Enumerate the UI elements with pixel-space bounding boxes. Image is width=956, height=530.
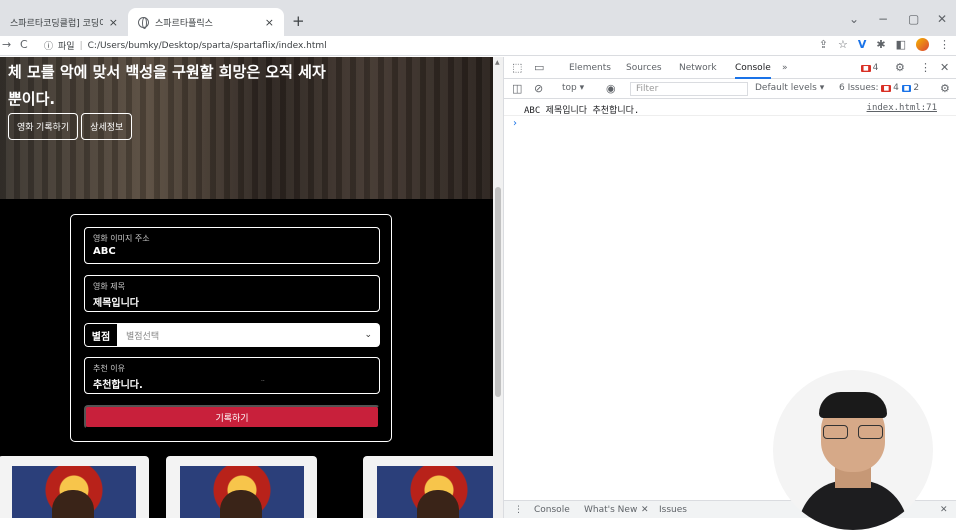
- console-toolbar: ◫ ⊘ top ▾ ◉ Filter Default levels ▾ 6 Is…: [504, 79, 956, 99]
- browser-toolbar: → C ⓘ 파일 | C:/Users/bumky/Desktop/sparta…: [0, 36, 956, 56]
- tab-sparta-coding-club[interactable]: 스파르타코딩클럽] 코딩이 처음 ×: [0, 8, 128, 36]
- presenter-glasses: [823, 425, 883, 439]
- close-tab-icon[interactable]: ✕: [641, 505, 649, 515]
- browser-menu-icon[interactable]: ⋮: [939, 38, 950, 51]
- console-message: ABC 제목입니다 추천합니다.: [524, 106, 640, 116]
- field-value[interactable]: ABC: [93, 246, 371, 257]
- eye-icon[interactable]: ◉: [606, 82, 616, 95]
- tab-close-icon[interactable]: ×: [109, 16, 118, 29]
- field-label: 영화 제목: [93, 282, 125, 291]
- console-prompt[interactable]: ›: [513, 118, 517, 129]
- tab-sources[interactable]: Sources: [626, 63, 662, 73]
- error-count-badge[interactable]: ■ 4: [861, 63, 878, 73]
- minimize-button[interactable]: −: [878, 12, 888, 26]
- page-scrollbar[interactable]: ▲: [493, 57, 503, 518]
- tab-title: 스파르타코딩클럽] 코딩이 처음: [10, 18, 103, 29]
- devtools-tab-bar: ⬚ ▭ Elements Sources Network Console » ■…: [504, 57, 956, 79]
- scroll-up-icon[interactable]: ▲: [495, 59, 500, 66]
- chevron-down-icon: ⌄: [364, 330, 372, 340]
- hero-banner: 체 모를 악에 맞서 백성을 구원할 희망은 오직 세자뿐이다. 영화 기록하기…: [0, 57, 493, 199]
- movie-record-form: 영화 이미지 주소 ABC 영화 제목 제목입니다 별점 별점선택 ⌄ 추천 이…: [70, 214, 392, 442]
- webcam-overlay: [773, 370, 933, 530]
- resize-handle[interactable]: ..: [261, 377, 265, 383]
- sidebar-toggle-icon[interactable]: ◫: [512, 82, 522, 95]
- movie-poster-image: [12, 466, 136, 518]
- rating-label: 별점: [84, 323, 118, 347]
- tab-title: 스파르타플릭스: [155, 18, 213, 29]
- inspect-element-icon[interactable]: ⬚: [512, 61, 522, 74]
- url-text[interactable]: C:/Users/bumky/Desktop/sparta/spartaflix…: [88, 41, 327, 51]
- tab-search-icon[interactable]: ⌄: [849, 12, 859, 26]
- tab-console[interactable]: Console: [735, 63, 771, 79]
- devtools-menu-icon[interactable]: ⋮: [920, 61, 931, 74]
- more-tabs-button[interactable]: »: [782, 63, 788, 73]
- movie-card[interactable]: [166, 456, 317, 518]
- forward-button[interactable]: →: [2, 38, 11, 51]
- rating-select[interactable]: 별점선택 ⌄: [118, 323, 380, 347]
- log-levels-dropdown[interactable]: Default levels ▾: [755, 83, 824, 93]
- hero-buttons: 영화 기록하기 상세정보: [8, 113, 133, 140]
- tab-elements[interactable]: Elements: [569, 63, 611, 73]
- close-drawer-icon[interactable]: ✕: [940, 505, 948, 515]
- issues-button[interactable]: 6 Issues: ■ 4 ■ 2: [839, 83, 919, 93]
- toolbar-icons: ⇪ ☆ V ✱ ◧ ⋮: [819, 38, 950, 51]
- extensions-puzzle-icon[interactable]: ✱: [876, 38, 885, 51]
- maximize-button[interactable]: ▢: [908, 12, 919, 26]
- device-toolbar-icon[interactable]: ▭: [534, 61, 544, 74]
- gear-icon[interactable]: ⚙: [895, 61, 905, 74]
- info-icon[interactable]: ⓘ: [44, 39, 53, 52]
- profile-avatar[interactable]: [916, 38, 929, 51]
- movie-card[interactable]: [363, 456, 493, 518]
- movie-poster-image: [377, 466, 493, 518]
- web-page-viewport: 체 모를 악에 맞서 백성을 구원할 희망은 오직 세자뿐이다. 영화 기록하기…: [0, 57, 493, 518]
- side-panel-icon[interactable]: ◧: [896, 38, 906, 51]
- rating-placeholder: 별점선택: [126, 331, 160, 342]
- field-value[interactable]: 제목입니다: [93, 294, 371, 309]
- drawer-tab-issues[interactable]: Issues: [659, 505, 687, 515]
- presenter-hair: [819, 392, 887, 418]
- drawer-menu-icon[interactable]: ⋮: [514, 505, 523, 515]
- record-movie-button[interactable]: 영화 기록하기: [8, 113, 79, 140]
- movie-card[interactable]: [0, 456, 149, 518]
- movie-poster-image: [180, 466, 304, 518]
- submit-record-button[interactable]: 기록하기: [84, 405, 380, 429]
- context-selector[interactable]: top ▾: [562, 83, 584, 93]
- rating-select-group: 별점 별점선택 ⌄: [84, 323, 380, 347]
- scrollbar-thumb[interactable]: [495, 187, 501, 397]
- new-tab-button[interactable]: +: [292, 12, 305, 30]
- tab-network[interactable]: Network: [679, 63, 717, 73]
- bookmark-star-icon[interactable]: ☆: [838, 38, 848, 51]
- field-label: 영화 이미지 주소: [93, 234, 150, 243]
- address-separator: |: [79, 40, 83, 51]
- drawer-tab-console[interactable]: Console: [534, 505, 570, 515]
- reload-button[interactable]: C: [20, 38, 28, 51]
- console-filter-input[interactable]: Filter: [630, 82, 748, 96]
- drawer-tab-whats-new[interactable]: What's New: [584, 505, 637, 515]
- close-window-button[interactable]: ✕: [937, 12, 947, 26]
- console-settings-icon[interactable]: ⚙: [940, 82, 950, 95]
- tab-spartaflix[interactable]: 스파르타플릭스 ×: [128, 8, 284, 36]
- browser-tab-strip: 스파르타코딩클럽] 코딩이 처음 × 스파르타플릭스 × + ⌄ − ▢ ✕: [0, 0, 956, 36]
- scheme-label: 파일: [58, 42, 75, 52]
- close-devtools-icon[interactable]: ✕: [940, 61, 949, 74]
- extension-v-icon[interactable]: V: [858, 38, 867, 51]
- address-bar[interactable]: ⓘ 파일 | C:/Users/bumky/Desktop/sparta/spa…: [44, 37, 804, 54]
- share-icon[interactable]: ⇪: [819, 38, 828, 51]
- recommend-reason-field[interactable]: 추천 이유 추천합니다. ..: [84, 357, 380, 394]
- console-source-link[interactable]: index.html:71: [867, 103, 937, 113]
- details-button[interactable]: 상세정보: [81, 113, 133, 140]
- field-label: 추천 이유: [93, 364, 125, 373]
- image-url-field[interactable]: 영화 이미지 주소 ABC: [84, 227, 380, 264]
- movie-title-field[interactable]: 영화 제목 제목입니다: [84, 275, 380, 312]
- clear-console-icon[interactable]: ⊘: [534, 82, 543, 95]
- console-log-entry: ABC 제목입니다 추천합니다. index.html:71: [504, 101, 956, 116]
- field-value[interactable]: 추천합니다.: [93, 376, 371, 391]
- tab-close-icon[interactable]: ×: [265, 16, 274, 29]
- globe-icon: [138, 16, 149, 29]
- hero-description: 체 모를 악에 맞서 백성을 구원할 희망은 오직 세자뿐이다.: [8, 63, 326, 108]
